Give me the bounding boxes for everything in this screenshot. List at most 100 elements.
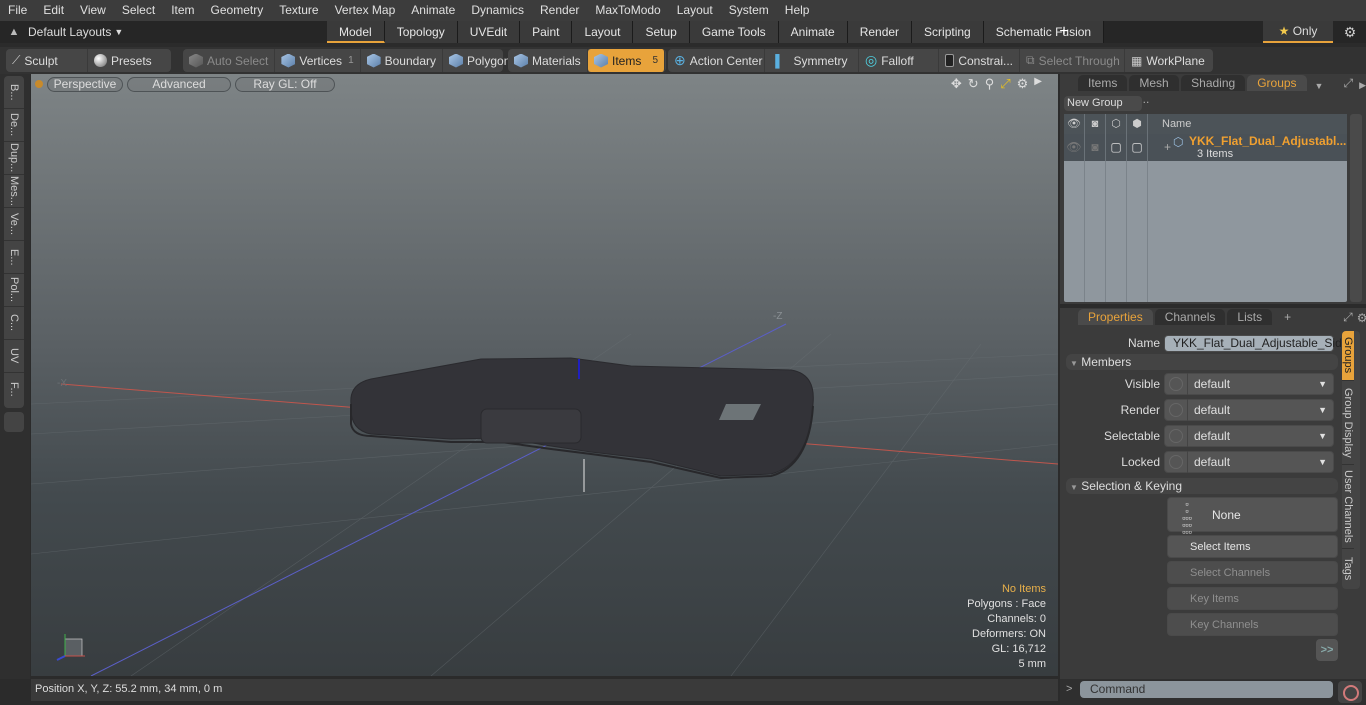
render-dropdown[interactable]: default ▼ <box>1164 399 1334 421</box>
rotate-view-icon[interactable]: ↻ <box>968 76 979 92</box>
panel-arrow-icon[interactable]: ▶ <box>1359 80 1366 91</box>
tab-properties[interactable]: Properties <box>1078 309 1153 325</box>
tab-model[interactable]: Model <box>327 21 385 43</box>
layouts-dropdown[interactable]: ▲ Default Layouts ▼ <box>0 21 124 43</box>
constraints-button[interactable]: Constrai... <box>939 49 1020 72</box>
add-tab-button[interactable]: + <box>1056 21 1072 43</box>
left-tab-deform[interactable]: De... <box>4 109 24 142</box>
menu-dynamics[interactable]: Dynamics <box>463 0 532 21</box>
view-type-dropdown[interactable]: Perspective <box>47 76 123 92</box>
left-tab-fusion[interactable]: F... <box>4 373 24 406</box>
visibility-eye-icon[interactable]: 👁 <box>1064 114 1085 134</box>
left-extra-button[interactable] <box>4 412 24 432</box>
select-channels-button[interactable]: Select Channels <box>1167 561 1338 584</box>
menu-help[interactable]: Help <box>777 0 818 21</box>
lock-cube-icon[interactable]: ⬡ <box>1106 114 1127 134</box>
sculpt-button[interactable]: ⟋ Sculpt <box>6 49 88 72</box>
symmetry-button[interactable]: ▐ Symmetry <box>765 49 859 72</box>
viewport-options-dot[interactable] <box>35 80 43 88</box>
boundary-button[interactable]: Boundary <box>361 49 443 72</box>
menu-file[interactable]: File <box>0 0 35 21</box>
left-tab-duplicate[interactable]: Dup... <box>4 142 24 175</box>
tab-channels[interactable]: Channels <box>1154 309 1226 325</box>
menu-render[interactable]: Render <box>532 0 587 21</box>
tab-schematic-fusion[interactable]: Schematic Fusion <box>983 21 1105 43</box>
more-button[interactable]: >> <box>1316 639 1338 661</box>
row-lock-checkbox[interactable]: ▢ <box>1106 134 1127 161</box>
group-row[interactable]: 👁 ◙ ▢ ▢ + ⬡ YKK_Flat_Dual_Adjustabl... 3… <box>1064 134 1347 161</box>
buckle-model[interactable] <box>350 357 814 492</box>
left-tab-vertex[interactable]: Ve... <box>4 208 24 241</box>
visible-dropdown[interactable]: default ▼ <box>1164 373 1334 395</box>
only-toggle[interactable]: ★ Only <box>1263 21 1333 43</box>
action-center-button[interactable]: ⊕ Action Center <box>668 49 765 72</box>
tab-paint[interactable]: Paint <box>520 21 573 43</box>
left-tab-polygon[interactable]: Pol... <box>4 274 24 307</box>
select-items-button[interactable]: Select Items <box>1167 535 1338 558</box>
side-tab-tags[interactable]: Tags <box>1342 549 1354 589</box>
left-tab-mesh[interactable]: Mes... <box>4 175 24 208</box>
tab-setup[interactable]: Setup <box>633 21 690 43</box>
locked-dropdown[interactable]: default ▼ <box>1164 451 1334 473</box>
key-items-button[interactable]: Key Items <box>1167 587 1338 610</box>
viewport-expand-arrow-icon[interactable]: ▶ <box>1034 76 1042 92</box>
name-input[interactable]: YKK_Flat_Dual_Adjustable_Side_ <box>1164 334 1355 352</box>
items-button[interactable]: Items 5 <box>588 49 665 72</box>
expand-plus-icon[interactable]: + <box>1164 140 1171 154</box>
gear-icon[interactable]: ⚙ <box>1338 21 1362 43</box>
row-visibility-icon[interactable]: 👁 <box>1064 134 1085 161</box>
tab-render[interactable]: Render <box>847 21 913 43</box>
menu-system[interactable]: System <box>721 0 777 21</box>
selection-keying-section[interactable]: ▼ Selection & Keying <box>1066 478 1338 494</box>
zoom-view-icon[interactable]: ⚲ <box>985 76 995 92</box>
record-macro-icon[interactable] <box>1338 681 1362 703</box>
tab-topology[interactable]: Topology <box>384 21 458 43</box>
row-select-checkbox[interactable]: ▢ <box>1127 134 1148 161</box>
maximize-view-icon[interactable]: ⤢ <box>1000 76 1010 92</box>
menu-animate[interactable]: Animate <box>403 0 463 21</box>
command-input[interactable]: Command <box>1080 681 1333 698</box>
members-section[interactable]: ▼ Members <box>1066 354 1338 370</box>
panel-menu-chevron-icon[interactable]: ▼ <box>1315 81 1324 91</box>
left-tab-basic[interactable]: B... <box>4 76 24 109</box>
tab-uvedit[interactable]: UVEdit <box>457 21 521 43</box>
side-tab-groups[interactable]: Groups <box>1342 331 1354 381</box>
panel-expand-icon[interactable]: ⤢ <box>1343 76 1353 91</box>
panel-expand-icon[interactable]: ⤢ <box>1343 310 1353 325</box>
falloff-button[interactable]: ◎ Falloff <box>859 49 939 72</box>
left-tab-edge[interactable]: E... <box>4 241 24 274</box>
shading-dropdown[interactable]: Advanced <box>127 76 231 92</box>
materials-button[interactable]: Materials <box>508 49 588 72</box>
tab-scripting[interactable]: Scripting <box>912 21 984 43</box>
tab-shading[interactable]: Shading <box>1181 75 1246 91</box>
viewport-settings-icon[interactable]: ⚙ <box>1017 76 1029 92</box>
menu-view[interactable]: View <box>72 0 114 21</box>
vertices-button[interactable]: Vertices 1 <box>275 49 361 72</box>
menu-vertex-map[interactable]: Vertex Map <box>327 0 404 21</box>
left-tab-uv[interactable]: UV <box>4 340 24 373</box>
presets-button[interactable]: Presets <box>88 49 158 72</box>
side-tab-group-display[interactable]: Group Display <box>1342 381 1354 465</box>
menu-geometry[interactable]: Geometry <box>203 0 272 21</box>
menu-texture[interactable]: Texture <box>271 0 326 21</box>
left-tab-curve[interactable]: C... <box>4 307 24 340</box>
menu-layout[interactable]: Layout <box>669 0 721 21</box>
move-view-icon[interactable]: ✥ <box>951 76 962 92</box>
select-through-button[interactable]: ⧉ Select Through <box>1020 49 1125 72</box>
side-tab-user-channels[interactable]: User Channels <box>1342 465 1354 549</box>
tab-groups[interactable]: Groups <box>1247 75 1307 91</box>
row-render-icon[interactable]: ◙ <box>1085 134 1106 161</box>
selectable-dropdown[interactable]: default ▼ <box>1164 425 1334 447</box>
menu-edit[interactable]: Edit <box>35 0 72 21</box>
key-channels-button[interactable]: Key Channels <box>1167 613 1338 636</box>
3d-viewport[interactable]: -Z -X Perspective Advanced Ray GL: Off ✥… <box>31 74 1058 676</box>
menu-maxtomodo[interactable]: MaxToModo <box>587 0 668 21</box>
menu-item[interactable]: Item <box>163 0 202 21</box>
collapse-icon[interactable]: ▲ <box>0 26 28 38</box>
panel-gear-icon[interactable]: ⚙ <box>1357 311 1366 325</box>
render-camera-icon[interactable]: ◙ <box>1085 114 1106 134</box>
new-group-button[interactable]: New Group <box>1064 96 1142 111</box>
menu-select[interactable]: Select <box>114 0 163 21</box>
select-cube-icon[interactable]: ⬢ <box>1127 114 1148 134</box>
hierarchy-none-button[interactable]: ▫ ▫ ▫▫▫ ▫▫▫ ▫▫▫ None <box>1167 497 1338 537</box>
